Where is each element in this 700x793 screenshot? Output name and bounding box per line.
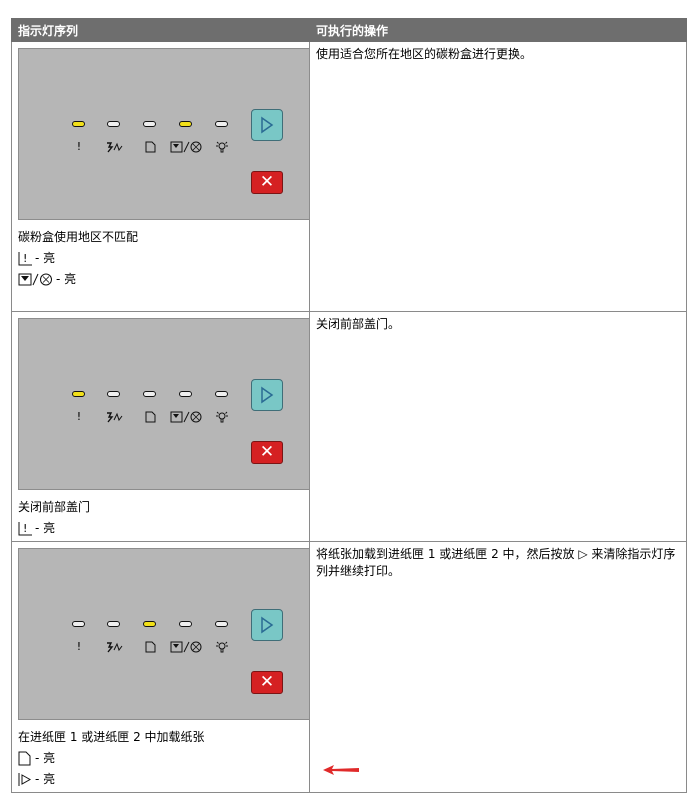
led-ready xyxy=(215,391,228,397)
load-paper-icon xyxy=(135,140,165,154)
led-attention xyxy=(72,121,85,127)
status-line: - 亮 xyxy=(18,269,303,290)
paper-jam-icon xyxy=(99,140,129,154)
attention-icon: ! xyxy=(18,252,32,266)
header-possible-actions: 可执行的操作 xyxy=(309,18,687,42)
go-button xyxy=(251,379,283,411)
ready-icon xyxy=(207,410,237,424)
go-button-icon xyxy=(18,773,32,786)
load-paper-icon xyxy=(18,751,31,766)
led-load-paper xyxy=(143,621,156,627)
status-text: - 亮 xyxy=(35,751,56,765)
led-toner xyxy=(179,391,192,397)
indicator-light-table: 指示灯序列 可执行的操作 ! ✕ 碳粉盒使用地区不匹配 ! - 亮 - 亮 使用… xyxy=(11,18,687,793)
ready-icon xyxy=(207,640,237,654)
attention-icon: ! xyxy=(18,522,32,536)
cancel-button: ✕ xyxy=(251,671,283,694)
cancel-button: ✕ xyxy=(251,441,283,464)
cancel-button: ✕ xyxy=(251,171,283,194)
table-row: ! ✕ 碳粉盒使用地区不匹配 ! - 亮 - 亮 使用适合您所在地区的碳粉盒进行… xyxy=(11,41,687,312)
led-paper-jam xyxy=(107,621,120,627)
indicator-cell: ! ✕ 在进纸匣 1 或进纸匣 2 中加载纸张 - 亮 - 亮 xyxy=(11,541,310,793)
svg-text:!: ! xyxy=(23,252,27,265)
attention-icon: ! xyxy=(76,140,82,153)
action-text: 使用适合您所在地区的碳粉盒进行更换。 xyxy=(316,47,533,61)
led-load-paper xyxy=(143,391,156,397)
table-row: ! ✕ 在进纸匣 1 或进纸匣 2 中加载纸张 - 亮 - 亮 将纸张加载到进纸… xyxy=(11,541,687,793)
toner-icon xyxy=(169,410,205,424)
light-sequence-caption: 在进纸匣 1 或进纸匣 2 中加载纸张 - 亮 - 亮 xyxy=(12,720,309,792)
led-attention xyxy=(72,391,85,397)
control-panel-illustration: ! ✕ xyxy=(18,318,310,490)
action-cell: 关闭前部盖门。 xyxy=(309,311,687,542)
attention-icon: ! xyxy=(76,640,82,653)
sequence-title: 碳粉盒使用地区不匹配 xyxy=(18,230,139,244)
indicator-cell: ! ✕ 碳粉盒使用地区不匹配 ! - 亮 - 亮 xyxy=(11,41,310,312)
status-text: - 亮 xyxy=(35,251,56,265)
led-ready xyxy=(215,621,228,627)
svg-text:!: ! xyxy=(23,522,27,535)
toner-icon xyxy=(169,140,205,154)
led-attention xyxy=(72,621,85,627)
led-toner xyxy=(179,621,192,627)
control-panel-illustration: ! ✕ xyxy=(18,548,310,720)
led-load-paper xyxy=(143,121,156,127)
led-toner xyxy=(179,121,192,127)
action-cell: 将纸张加载到进纸匣 1 或进纸匣 2 中，然后按放 ▷ 来清除指示灯序列并继续打… xyxy=(309,541,687,793)
toner-icon xyxy=(169,640,205,654)
paper-jam-icon xyxy=(99,410,129,424)
status-line: - 亮 xyxy=(18,769,303,790)
status-line: ! - 亮 xyxy=(18,518,303,539)
ready-icon xyxy=(207,140,237,154)
load-paper-icon xyxy=(135,410,165,424)
back-arrow-icon[interactable] xyxy=(322,764,360,776)
light-sequence-caption: 碳粉盒使用地区不匹配 ! - 亮 - 亮 xyxy=(12,220,309,292)
table-row: ! ✕ 关闭前部盖门 ! - 亮 关闭前部盖门。 xyxy=(11,311,687,542)
status-line: ! - 亮 xyxy=(18,248,303,269)
load-paper-icon xyxy=(135,640,165,654)
toner-icon xyxy=(18,273,52,286)
led-paper-jam xyxy=(107,121,120,127)
status-text: - 亮 xyxy=(56,272,77,286)
header-indicator-sequence: 指示灯序列 xyxy=(11,18,310,42)
action-cell: 使用适合您所在地区的碳粉盒进行更换。 xyxy=(309,41,687,312)
sequence-title: 关闭前部盖门 xyxy=(18,500,91,514)
status-line: - 亮 xyxy=(18,748,303,769)
table-header-row: 指示灯序列 可执行的操作 xyxy=(11,18,687,42)
led-paper-jam xyxy=(107,391,120,397)
status-text: - 亮 xyxy=(35,772,56,786)
action-text: 将纸张加载到进纸匣 1 或进纸匣 2 中，然后按放 ▷ 来清除指示灯序列并继续打… xyxy=(316,547,676,578)
light-sequence-caption: 关闭前部盖门 ! - 亮 xyxy=(12,490,309,541)
attention-icon: ! xyxy=(76,410,82,423)
status-text: - 亮 xyxy=(35,521,56,535)
go-button xyxy=(251,109,283,141)
indicator-cell: ! ✕ 关闭前部盖门 ! - 亮 xyxy=(11,311,310,542)
paper-jam-icon xyxy=(99,640,129,654)
sequence-title: 在进纸匣 1 或进纸匣 2 中加载纸张 xyxy=(18,730,205,744)
go-button xyxy=(251,609,283,641)
control-panel-illustration: ! ✕ xyxy=(18,48,310,220)
led-ready xyxy=(215,121,228,127)
action-text: 关闭前部盖门。 xyxy=(316,317,401,331)
